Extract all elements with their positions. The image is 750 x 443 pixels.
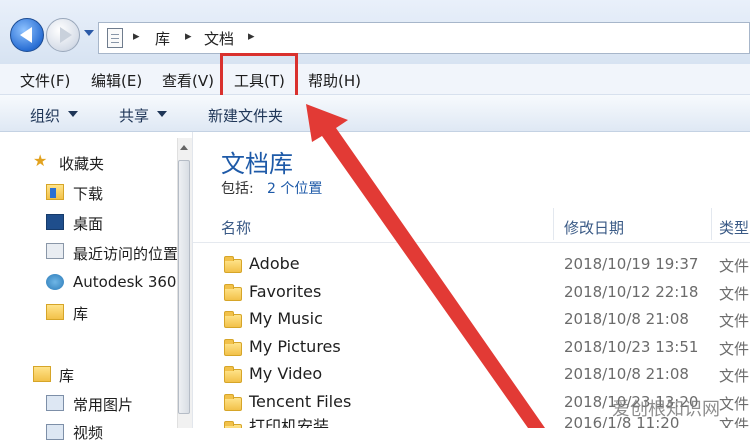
watermark: 爱创根知识网 <box>612 399 720 420</box>
annotation-arrow-shape <box>306 104 545 428</box>
annotation-arrow-icon <box>306 104 545 428</box>
